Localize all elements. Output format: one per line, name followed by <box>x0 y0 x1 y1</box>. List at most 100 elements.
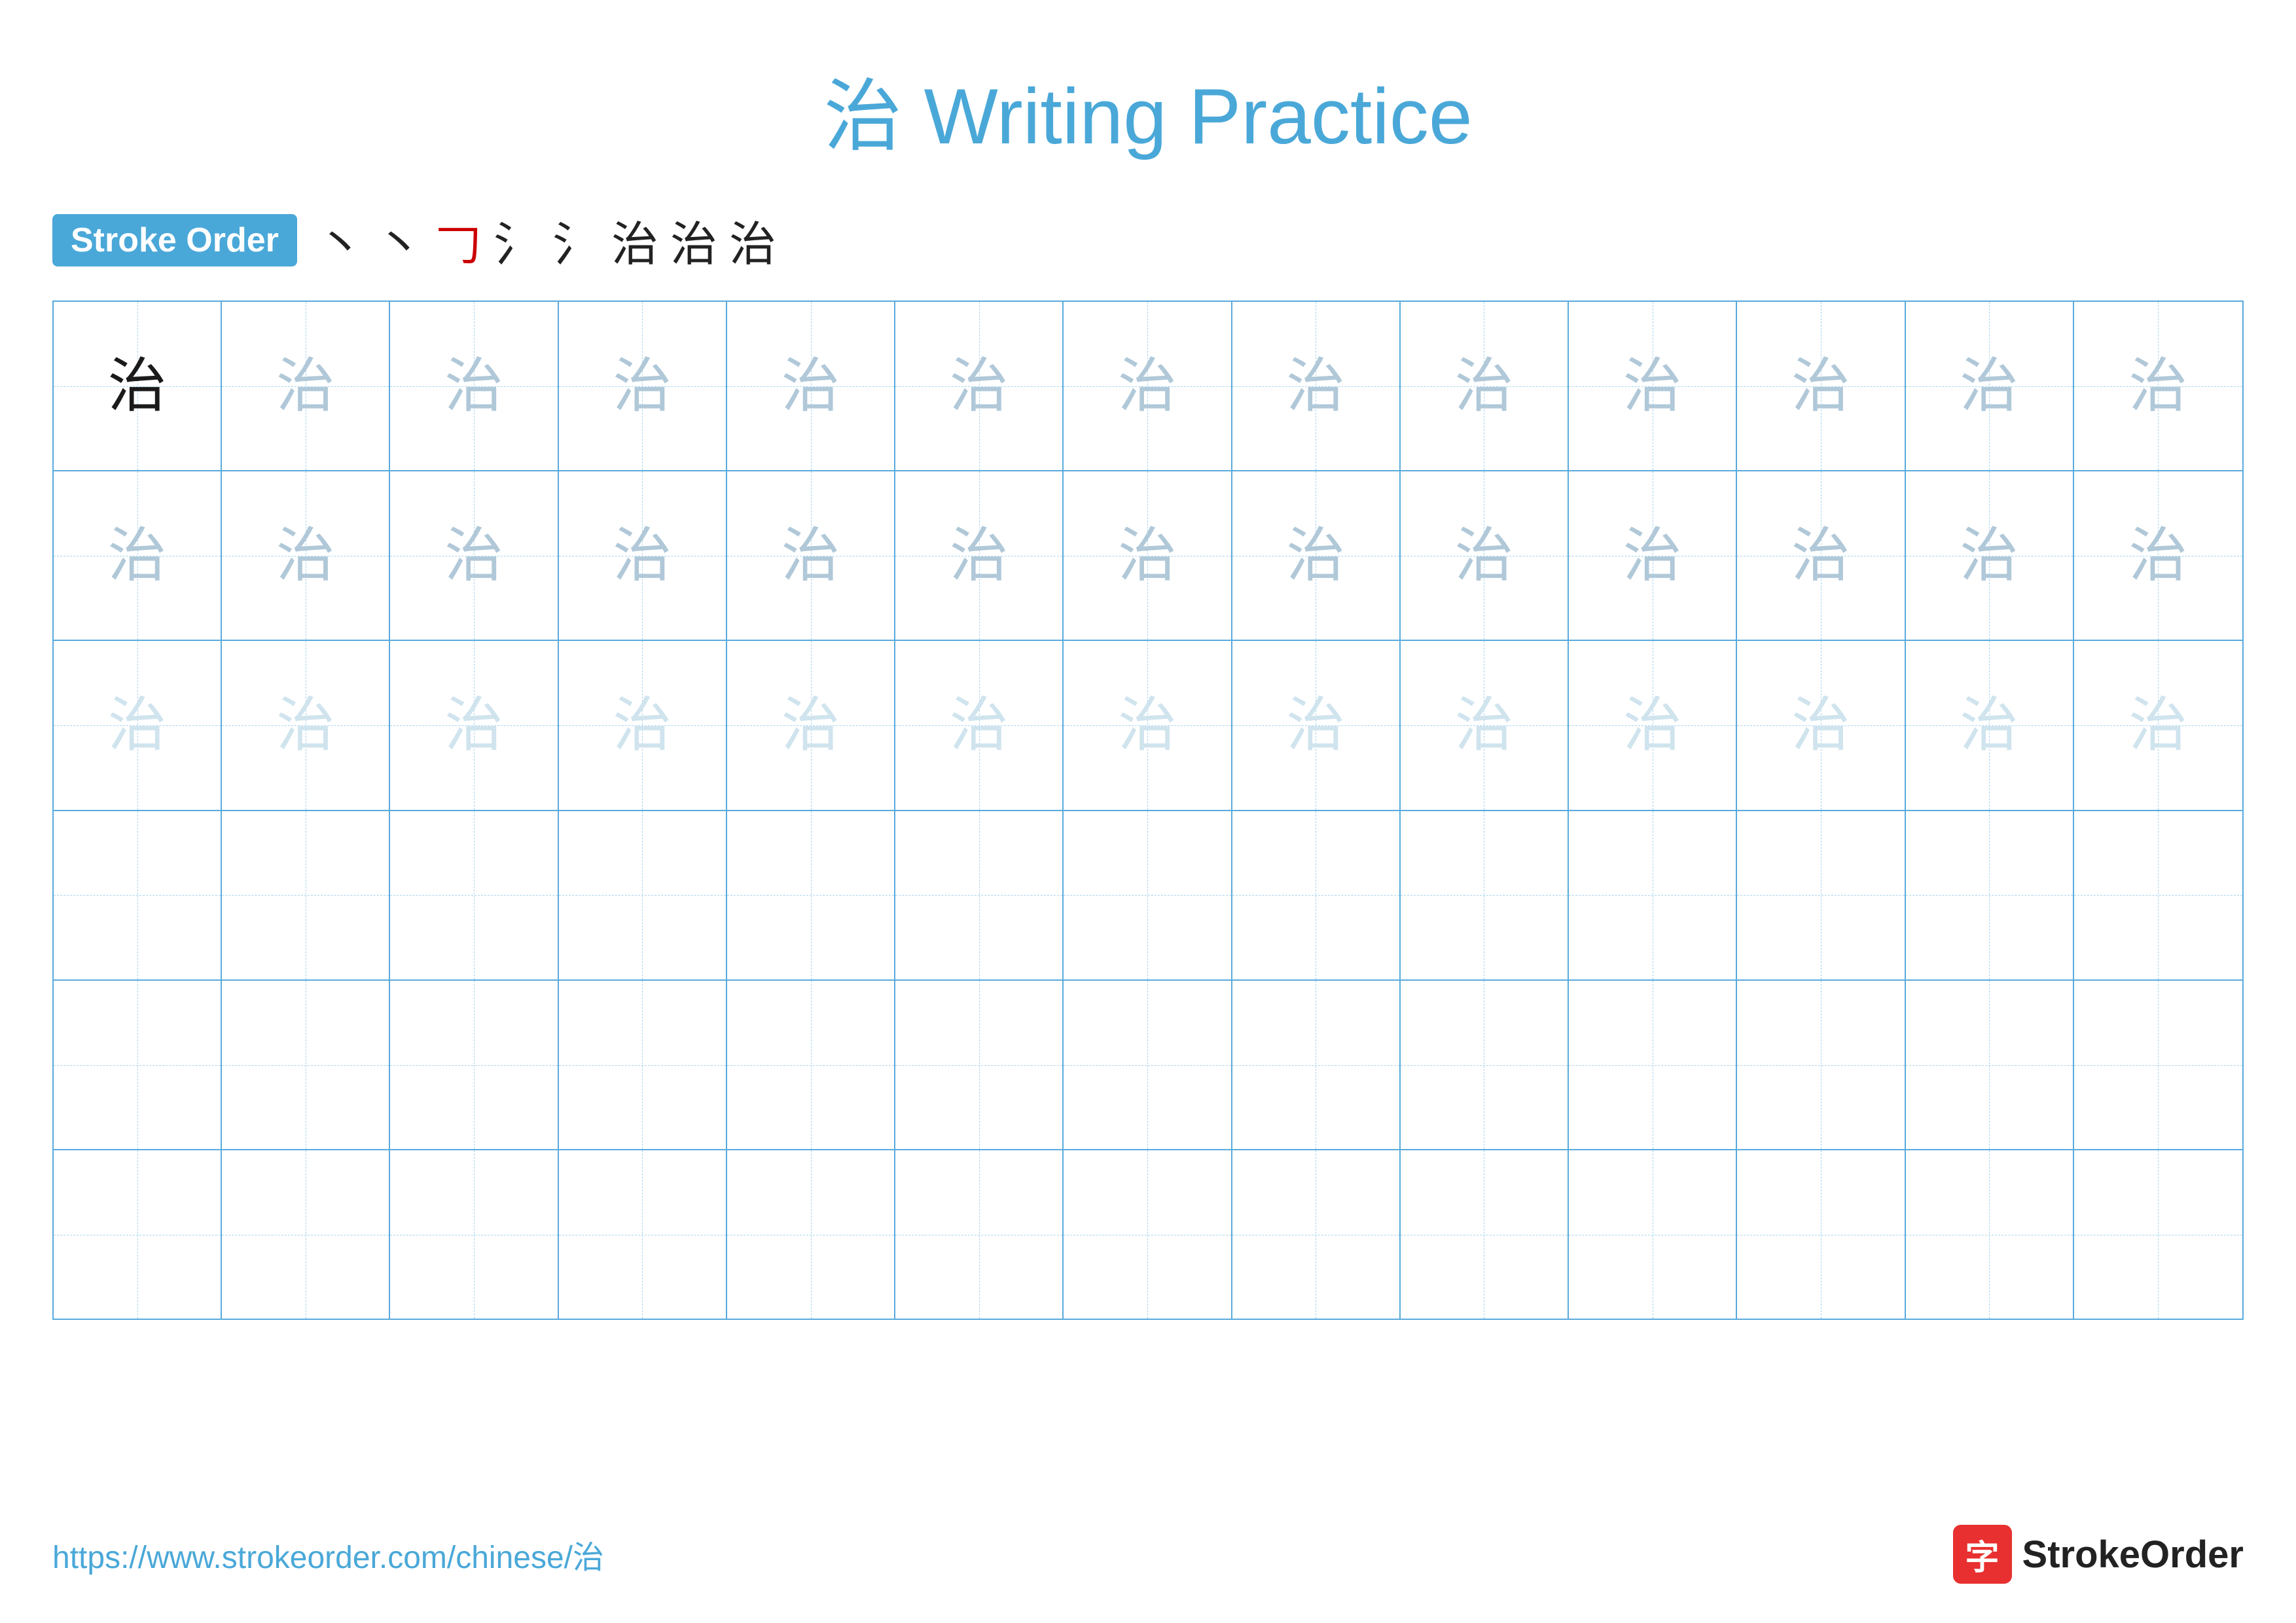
grid-cell[interactable]: 治 <box>1569 302 1737 470</box>
grid-row-5 <box>54 981 2242 1150</box>
grid-cell[interactable] <box>1906 811 2074 979</box>
grid-cell[interactable] <box>1401 811 1569 979</box>
footer: https://www.strokeorder.com/chinese/治 字 … <box>52 1525 2244 1584</box>
stroke-5: 氵 <box>552 206 600 274</box>
title-text: 治 Writing Practice <box>823 73 1472 160</box>
grid-cell[interactable] <box>2074 811 2242 979</box>
grid-cell[interactable]: 治 <box>895 471 1064 640</box>
grid-cell[interactable] <box>1737 981 1905 1149</box>
grid-cell[interactable]: 治 <box>559 641 727 809</box>
grid-cell[interactable] <box>390 981 558 1149</box>
stroke-2: 丶 <box>376 206 423 274</box>
grid-cell[interactable]: 治 <box>727 471 895 640</box>
grid-cell[interactable]: 治 <box>1401 471 1569 640</box>
grid-cell[interactable]: 治 <box>559 471 727 640</box>
grid-cell[interactable]: 治 <box>1906 302 2074 470</box>
logo-icon: 字 <box>1953 1525 2012 1584</box>
grid-cell[interactable]: 治 <box>2074 302 2242 470</box>
grid-cell[interactable] <box>1906 1150 2074 1319</box>
grid-cell[interactable] <box>559 811 727 979</box>
grid-cell[interactable] <box>2074 1150 2242 1319</box>
grid-cell[interactable] <box>1906 981 2074 1149</box>
grid-cell[interactable] <box>895 1150 1064 1319</box>
grid-cell[interactable] <box>1569 981 1737 1149</box>
grid-cell[interactable] <box>1232 1150 1401 1319</box>
grid-cell[interactable] <box>1232 811 1401 979</box>
grid-cell[interactable]: 治 <box>1737 471 1905 640</box>
grid-cell[interactable]: 治 <box>1232 302 1401 470</box>
grid-cell[interactable]: 治 <box>54 641 222 809</box>
grid-cell[interactable] <box>54 981 222 1149</box>
grid-cell[interactable]: 治 <box>1401 641 1569 809</box>
grid-cell[interactable] <box>222 981 390 1149</box>
grid-cell[interactable] <box>390 811 558 979</box>
grid-cell[interactable]: 治 <box>222 302 390 470</box>
logo-name: StrokeOrder <box>2022 1533 2244 1577</box>
stroke-4: 氵 <box>493 206 541 274</box>
grid-cell[interactable]: 治 <box>54 302 222 470</box>
grid-cell[interactable] <box>895 981 1064 1149</box>
grid-cell[interactable]: 治 <box>895 641 1064 809</box>
grid-cell[interactable] <box>1737 811 1905 979</box>
grid-cell[interactable]: 治 <box>895 302 1064 470</box>
grid-cell[interactable]: 治 <box>727 302 895 470</box>
page-title: 治 Writing Practice <box>0 0 2296 166</box>
stroke-7: 治 <box>670 206 717 274</box>
grid-cell[interactable] <box>727 1150 895 1319</box>
stroke-8: 治 <box>729 206 776 274</box>
grid-cell[interactable]: 治 <box>1064 471 1232 640</box>
grid-cell[interactable]: 治 <box>390 302 558 470</box>
grid-cell[interactable]: 治 <box>1569 471 1737 640</box>
grid-cell[interactable]: 治 <box>1906 641 2074 809</box>
grid-cell[interactable]: 治 <box>727 641 895 809</box>
grid-cell[interactable] <box>559 1150 727 1319</box>
grid-cell[interactable] <box>54 1150 222 1319</box>
grid-cell[interactable] <box>895 811 1064 979</box>
grid-cell[interactable] <box>1064 811 1232 979</box>
grid-cell[interactable]: 治 <box>1401 302 1569 470</box>
grid-cell[interactable] <box>2074 981 2242 1149</box>
grid-cell[interactable]: 治 <box>1737 641 1905 809</box>
grid-cell[interactable]: 治 <box>1737 302 1905 470</box>
grid-cell[interactable] <box>1401 1150 1569 1319</box>
grid-cell[interactable] <box>1064 1150 1232 1319</box>
grid-cell[interactable]: 治 <box>1232 471 1401 640</box>
grid-cell[interactable] <box>1064 981 1232 1149</box>
grid-cell[interactable] <box>222 1150 390 1319</box>
grid-row-6 <box>54 1150 2242 1319</box>
grid-cell[interactable] <box>559 981 727 1149</box>
grid-cell[interactable] <box>1401 981 1569 1149</box>
stroke-order-badge: Stroke Order <box>52 214 297 266</box>
grid-cell[interactable] <box>1232 981 1401 1149</box>
grid-cell[interactable]: 治 <box>222 641 390 809</box>
stroke-1: 丶 <box>317 206 364 274</box>
stroke-sequence: 丶 丶 𠃌 氵 氵 治 治 治 <box>317 206 776 274</box>
footer-logo: 字 StrokeOrder <box>1953 1525 2244 1584</box>
grid-cell[interactable]: 治 <box>1569 641 1737 809</box>
grid-cell[interactable] <box>222 811 390 979</box>
stroke-order-section: Stroke Order 丶 丶 𠃌 氵 氵 治 治 治 <box>0 206 2296 274</box>
grid-cell[interactable]: 治 <box>559 302 727 470</box>
grid-cell[interactable]: 治 <box>222 471 390 640</box>
grid-row-2: 治 治 治 治 治 治 治 治 治 治 治 治 治 <box>54 471 2242 641</box>
grid-cell[interactable] <box>54 811 222 979</box>
grid-cell[interactable] <box>1569 811 1737 979</box>
grid-cell[interactable] <box>1737 1150 1905 1319</box>
grid-cell[interactable]: 治 <box>390 471 558 640</box>
grid-cell[interactable]: 治 <box>390 641 558 809</box>
grid-cell[interactable] <box>727 811 895 979</box>
grid-cell[interactable] <box>727 981 895 1149</box>
grid-cell[interactable]: 治 <box>1064 302 1232 470</box>
grid-cell[interactable]: 治 <box>1906 471 2074 640</box>
grid-row-3: 治 治 治 治 治 治 治 治 治 治 治 治 治 <box>54 641 2242 811</box>
grid-cell[interactable] <box>1569 1150 1737 1319</box>
grid-cell[interactable]: 治 <box>54 471 222 640</box>
grid-cell[interactable]: 治 <box>1232 641 1401 809</box>
grid-cell[interactable]: 治 <box>1064 641 1232 809</box>
grid-cell[interactable]: 治 <box>2074 641 2242 809</box>
stroke-3: 𠃌 <box>435 206 482 274</box>
grid-cell[interactable] <box>390 1150 558 1319</box>
grid-row-4 <box>54 811 2242 981</box>
grid-cell[interactable]: 治 <box>2074 471 2242 640</box>
footer-url: https://www.strokeorder.com/chinese/治 <box>52 1531 604 1577</box>
